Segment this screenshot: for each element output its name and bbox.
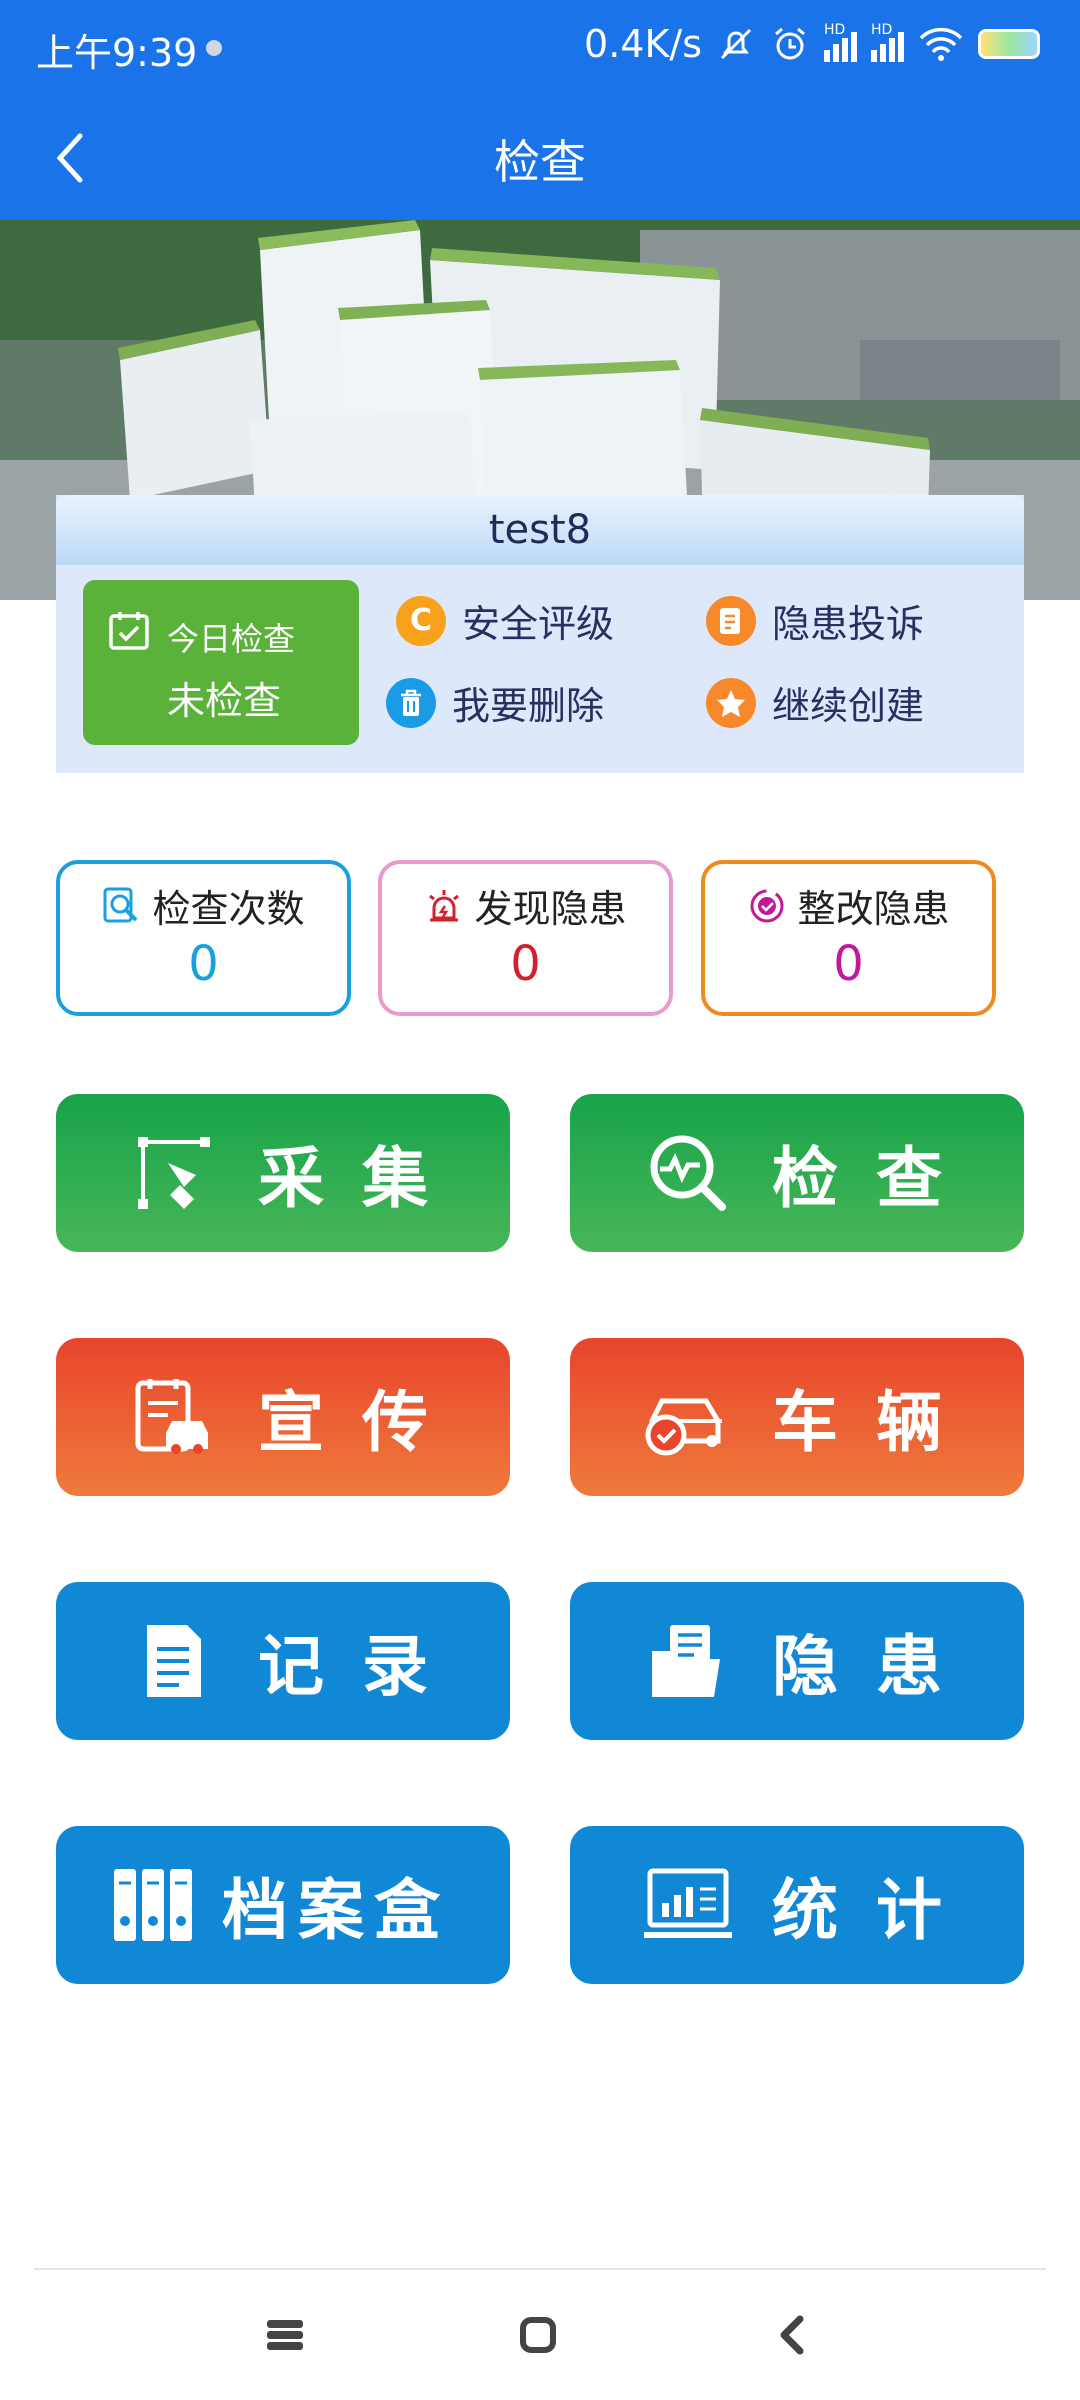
search-document-icon bbox=[103, 887, 138, 922]
star-icon bbox=[706, 677, 756, 728]
inspect-label: 检查 bbox=[772, 1140, 980, 1217]
car-check-icon bbox=[628, 1377, 748, 1457]
stat-hazards-rectified-label: 整改隐患 bbox=[797, 887, 950, 931]
mute-bell-icon bbox=[720, 28, 752, 60]
stat-hazards-rectified-value: 0 bbox=[833, 936, 864, 992]
signal-bar bbox=[833, 44, 839, 62]
stat-inspection-count-value: 0 bbox=[188, 936, 219, 992]
document-icon bbox=[114, 1619, 234, 1703]
signal-bar bbox=[880, 44, 886, 62]
today-inspection-badge[interactable]: 今日检查 未检查 bbox=[83, 580, 359, 745]
status-time: 上午9:39 bbox=[36, 31, 198, 75]
vehicle-button[interactable]: 车辆 bbox=[570, 1338, 1024, 1496]
alarm-light-icon bbox=[429, 889, 460, 921]
binders-icon bbox=[108, 1863, 198, 1947]
battery-icon bbox=[978, 29, 1040, 59]
collect-label: 采集 bbox=[258, 1140, 466, 1217]
delete-action[interactable]: 我要删除 bbox=[386, 675, 604, 730]
clipboard-car-icon bbox=[114, 1375, 234, 1459]
archive-box-label: 档案盒 bbox=[222, 1872, 450, 1949]
menu-icon bbox=[267, 2320, 303, 2350]
check-cycle-icon bbox=[750, 889, 784, 922]
signal-bar bbox=[871, 50, 877, 62]
recent-apps-button[interactable] bbox=[250, 2300, 320, 2370]
calendar-check-icon bbox=[109, 612, 149, 650]
signal-bar bbox=[851, 32, 857, 62]
safety-rating-action[interactable]: C 安全评级 bbox=[396, 593, 614, 648]
hazard-complaint-label: 隐患投诉 bbox=[772, 602, 925, 646]
stat-hazards-found-header: 发现隐患 bbox=[382, 878, 669, 933]
stat-inspection-count[interactable]: 检查次数 0 bbox=[56, 860, 351, 1016]
trash-icon bbox=[386, 677, 436, 728]
signal-bar bbox=[842, 38, 848, 62]
search-pulse-icon bbox=[628, 1131, 748, 1215]
stat-hazards-found-label: 发现隐患 bbox=[474, 887, 627, 931]
page-title: 检查 bbox=[494, 135, 586, 189]
archive-box-button[interactable]: 档案盒 bbox=[56, 1826, 510, 1984]
site-name: test8 bbox=[56, 495, 1024, 565]
records-label: 记录 bbox=[258, 1628, 466, 1705]
signal-bar bbox=[889, 38, 895, 62]
pen-tool-icon bbox=[114, 1133, 234, 1213]
today-inspection-label: 今日检查 bbox=[167, 620, 296, 658]
collect-button[interactable]: 采集 bbox=[56, 1094, 510, 1252]
today-inspection-value: 未检查 bbox=[167, 679, 282, 723]
stat-hazards-found[interactable]: 发现隐患 0 bbox=[378, 860, 673, 1016]
folder-icon bbox=[628, 1621, 748, 1701]
continue-create-label: 继续创建 bbox=[772, 684, 925, 728]
vehicle-label: 车辆 bbox=[772, 1384, 980, 1461]
app-notification-icon bbox=[206, 40, 222, 56]
site-info-card: test8 今日检查 未检查 C 安全评级 隐患投诉 我要删除 继续创建 bbox=[56, 495, 1024, 773]
alarm-clock-icon bbox=[775, 27, 805, 60]
hazards-button[interactable]: 隐患 bbox=[570, 1582, 1024, 1740]
continue-create-action[interactable]: 继续创建 bbox=[706, 675, 924, 730]
signal-hd-label-2: HD bbox=[871, 22, 893, 38]
records-button[interactable]: 记录 bbox=[56, 1582, 510, 1740]
publicity-button[interactable]: 宣传 bbox=[56, 1338, 510, 1496]
back-triangle-icon bbox=[780, 2315, 804, 2355]
wifi-icon bbox=[919, 27, 963, 61]
publicity-label: 宣传 bbox=[258, 1384, 466, 1461]
document-edit-icon bbox=[706, 595, 756, 646]
hazard-complaint-action[interactable]: 隐患投诉 bbox=[706, 593, 924, 648]
c-rating-icon: C bbox=[396, 595, 446, 646]
status-bar: 上午9:39 0.4K/s HD HD bbox=[0, 0, 1080, 96]
signal-2: HD bbox=[871, 22, 904, 62]
signal-hd-label-1: HD bbox=[824, 22, 846, 38]
network-speed: 0.4K/s bbox=[584, 22, 702, 66]
signal-1: HD bbox=[824, 22, 857, 62]
signal-bar bbox=[898, 32, 904, 62]
safety-rating-label: 安全评级 bbox=[462, 602, 615, 646]
stat-hazards-rectified-header: 整改隐患 bbox=[705, 878, 992, 933]
statistics-button[interactable]: 统计 bbox=[570, 1826, 1024, 1984]
signal-bar bbox=[824, 50, 830, 62]
system-back-button[interactable] bbox=[756, 2300, 826, 2370]
stat-inspection-count-label: 检查次数 bbox=[152, 887, 305, 931]
inspect-button[interactable]: 检查 bbox=[570, 1094, 1024, 1252]
nav-divider bbox=[34, 2268, 1046, 2270]
delete-label: 我要删除 bbox=[452, 684, 605, 728]
statistics-label: 统计 bbox=[772, 1872, 980, 1949]
status-icons: 0.4K/s HD HD bbox=[584, 22, 1040, 66]
hazards-label: 隐患 bbox=[772, 1628, 980, 1705]
home-button[interactable] bbox=[503, 2300, 573, 2370]
stat-hazards-found-value: 0 bbox=[510, 936, 541, 992]
home-square-icon bbox=[520, 2317, 556, 2353]
stat-hazards-rectified[interactable]: 整改隐患 0 bbox=[701, 860, 996, 1016]
app-bar: 检查 bbox=[0, 96, 1080, 220]
stat-inspection-count-header: 检查次数 bbox=[60, 878, 347, 933]
monitor-chart-icon bbox=[628, 1865, 748, 1945]
